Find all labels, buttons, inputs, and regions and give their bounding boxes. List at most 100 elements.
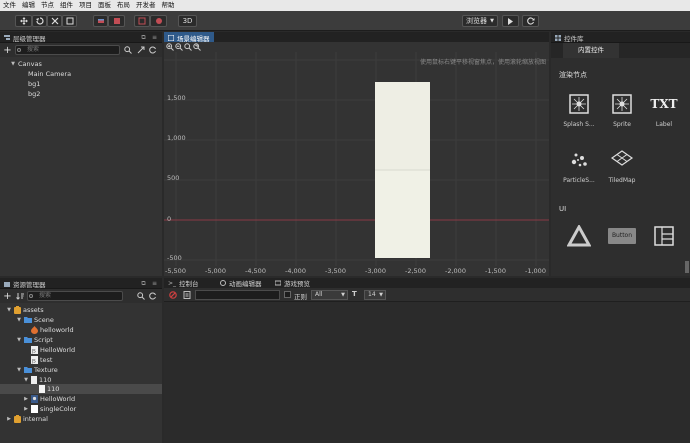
caret-right-icon[interactable]: ▶ [6, 416, 12, 422]
scene-grid [164, 52, 549, 266]
open-log-icon[interactable] [183, 291, 191, 299]
asset-folder-texture[interactable]: ▼ Texture [16, 365, 58, 375]
assets-search-input[interactable]: 搜索 [27, 291, 123, 301]
lib-item-particle-system[interactable]: ParticleS... [559, 146, 599, 184]
menu-help[interactable]: 帮助 [159, 0, 178, 11]
svg-text:JS: JS [31, 359, 36, 364]
rotate-tool-button[interactable] [32, 15, 47, 27]
tree-node-main-camera[interactable]: Main Camera [28, 69, 71, 79]
hierarchy-search-input[interactable]: 搜索 [15, 45, 120, 55]
scene-viewport[interactable]: 使用鼠标右键平移视窗焦点，使用滚轮缩放视图 1,500 1,000 500 0 … [164, 42, 549, 276]
lib-item-widget[interactable] [559, 222, 599, 253]
lib-item-sprite[interactable]: Sprite [602, 90, 642, 128]
pivot-global-button[interactable] [108, 15, 125, 27]
lib-item-layout[interactable] [644, 222, 684, 253]
tree-node-bg1[interactable]: bg1 [28, 79, 40, 89]
search-button-icon[interactable] [137, 292, 145, 300]
asset-sprite-frame-110[interactable]: 110 [39, 384, 59, 394]
refresh-icon [526, 17, 534, 25]
asset-internal-root[interactable]: ▶ internal [6, 414, 48, 424]
font-size-select[interactable]: 14 ▼ [364, 290, 386, 300]
asset-script-helloworld[interactable]: JS HelloWorld [31, 345, 75, 355]
pivot-icon [97, 19, 104, 23]
zoom-reset-icon[interactable] [184, 43, 192, 51]
anchor-button[interactable] [134, 15, 150, 27]
asset-assets-root[interactable]: ▼ assets [6, 305, 44, 315]
caret-right-icon[interactable]: ▶ [23, 406, 29, 412]
pivot-local-button[interactable] [93, 15, 108, 27]
asset-folder-script[interactable]: ▼ Script [16, 335, 53, 345]
refresh-assets-icon[interactable] [149, 292, 157, 300]
zoom-fit-icon[interactable] [193, 43, 201, 51]
lib-item-label[interactable]: TXT Label [644, 90, 684, 128]
sort-icon[interactable] [16, 292, 24, 300]
tab-hierarchy[interactable]: 层级管理器 [0, 32, 50, 43]
tab-library[interactable]: 控件库 [551, 32, 588, 43]
caret-down-icon[interactable]: ▼ [10, 61, 16, 67]
zoom-out-icon[interactable] [175, 43, 183, 51]
caret-down-icon[interactable]: ▼ [23, 377, 29, 383]
caret-down-icon[interactable]: ▼ [16, 367, 22, 373]
tab-console[interactable]: >_ 控制台 [164, 278, 203, 289]
toggle-3d-button[interactable]: 3D [178, 15, 197, 27]
scene-sprite-bg2[interactable] [375, 170, 430, 258]
menu-layout[interactable]: 布局 [114, 0, 133, 11]
tab-builtin-controls[interactable]: 内置控件 [563, 43, 619, 58]
x-label: -4,500 [245, 267, 266, 275]
rect-tool-button[interactable] [62, 15, 77, 27]
add-node-button[interactable]: + [3, 45, 12, 56]
menu-node[interactable]: 节点 [38, 0, 57, 11]
scene-file-icon [31, 326, 38, 334]
popout-icon[interactable]: ⧉ [140, 279, 147, 288]
caret-right-icon[interactable]: ▶ [23, 396, 29, 402]
asset-script-test[interactable]: JS test [31, 355, 52, 365]
tab-game-preview[interactable]: 游戏预览 [271, 278, 314, 288]
add-asset-button[interactable]: + [3, 291, 12, 302]
menu-component[interactable]: 组件 [57, 0, 76, 11]
scale-tool-button[interactable] [47, 15, 62, 27]
caret-down-icon[interactable]: ▼ [16, 337, 22, 343]
regex-checkbox[interactable] [284, 291, 291, 298]
log-level-select[interactable]: All ▼ [311, 290, 348, 300]
lib-item-button[interactable]: Button [602, 222, 642, 253]
library-scrollbar[interactable] [685, 261, 689, 273]
menu-panel[interactable]: 面板 [95, 0, 114, 11]
caret-down-icon[interactable]: ▼ [6, 307, 12, 313]
scene-sprite-bg1[interactable] [375, 82, 430, 170]
tree-node-bg2[interactable]: bg2 [28, 89, 40, 99]
move-tool-button[interactable] [15, 15, 32, 27]
asset-scene-helloworld[interactable]: helloworld [31, 325, 74, 335]
tab-assets[interactable]: 资源管理器 [0, 278, 50, 289]
console-filter-input[interactable] [195, 290, 280, 300]
zoom-in-icon[interactable] [166, 43, 174, 51]
popout-icon[interactable]: ⧉ [140, 33, 147, 42]
locate-icon[interactable] [137, 46, 145, 54]
x-label: -1,500 [485, 267, 506, 275]
clear-console-icon[interactable] [169, 291, 177, 299]
image-file-icon [31, 395, 38, 403]
snap-button[interactable] [150, 15, 167, 27]
tree-node-canvas[interactable]: ▼ Canvas [10, 59, 42, 69]
lib-item-tiledmap[interactable]: TiledMap [602, 146, 642, 184]
search-button-icon[interactable] [124, 46, 132, 54]
panel-menu-icon[interactable]: ≡ [151, 279, 158, 288]
menu-developer[interactable]: 开发者 [133, 0, 159, 11]
browser-select[interactable]: 浏览器 ▼ [462, 15, 498, 27]
tab-animation-editor[interactable]: 动画编辑器 [216, 278, 266, 288]
console-log-area[interactable] [164, 302, 690, 443]
menu-project[interactable]: 项目 [76, 0, 95, 11]
search-placeholder: 搜索 [39, 292, 52, 299]
asset-texture-helloworld[interactable]: ▶ HelloWorld [23, 394, 75, 404]
asset-folder-scene[interactable]: ▼ Scene [16, 315, 54, 325]
refresh-tree-icon[interactable] [149, 46, 157, 54]
menu-edit[interactable]: 编辑 [19, 0, 38, 11]
panel-menu-icon[interactable]: ≡ [151, 33, 158, 42]
play-button[interactable] [502, 15, 519, 27]
hierarchy-panel: 层级管理器 ⧉ ≡ + 搜索 ▼ Canvas Main Camera bg1 … [0, 32, 162, 276]
asset-texture-singlecolor[interactable]: ▶ singleColor [23, 404, 76, 414]
preview-icon [275, 280, 281, 286]
lib-item-splash-sprite[interactable]: Splash S... [559, 90, 599, 128]
refresh-button[interactable] [522, 15, 539, 27]
caret-down-icon[interactable]: ▼ [16, 317, 22, 323]
menu-file[interactable]: 文件 [0, 0, 19, 11]
